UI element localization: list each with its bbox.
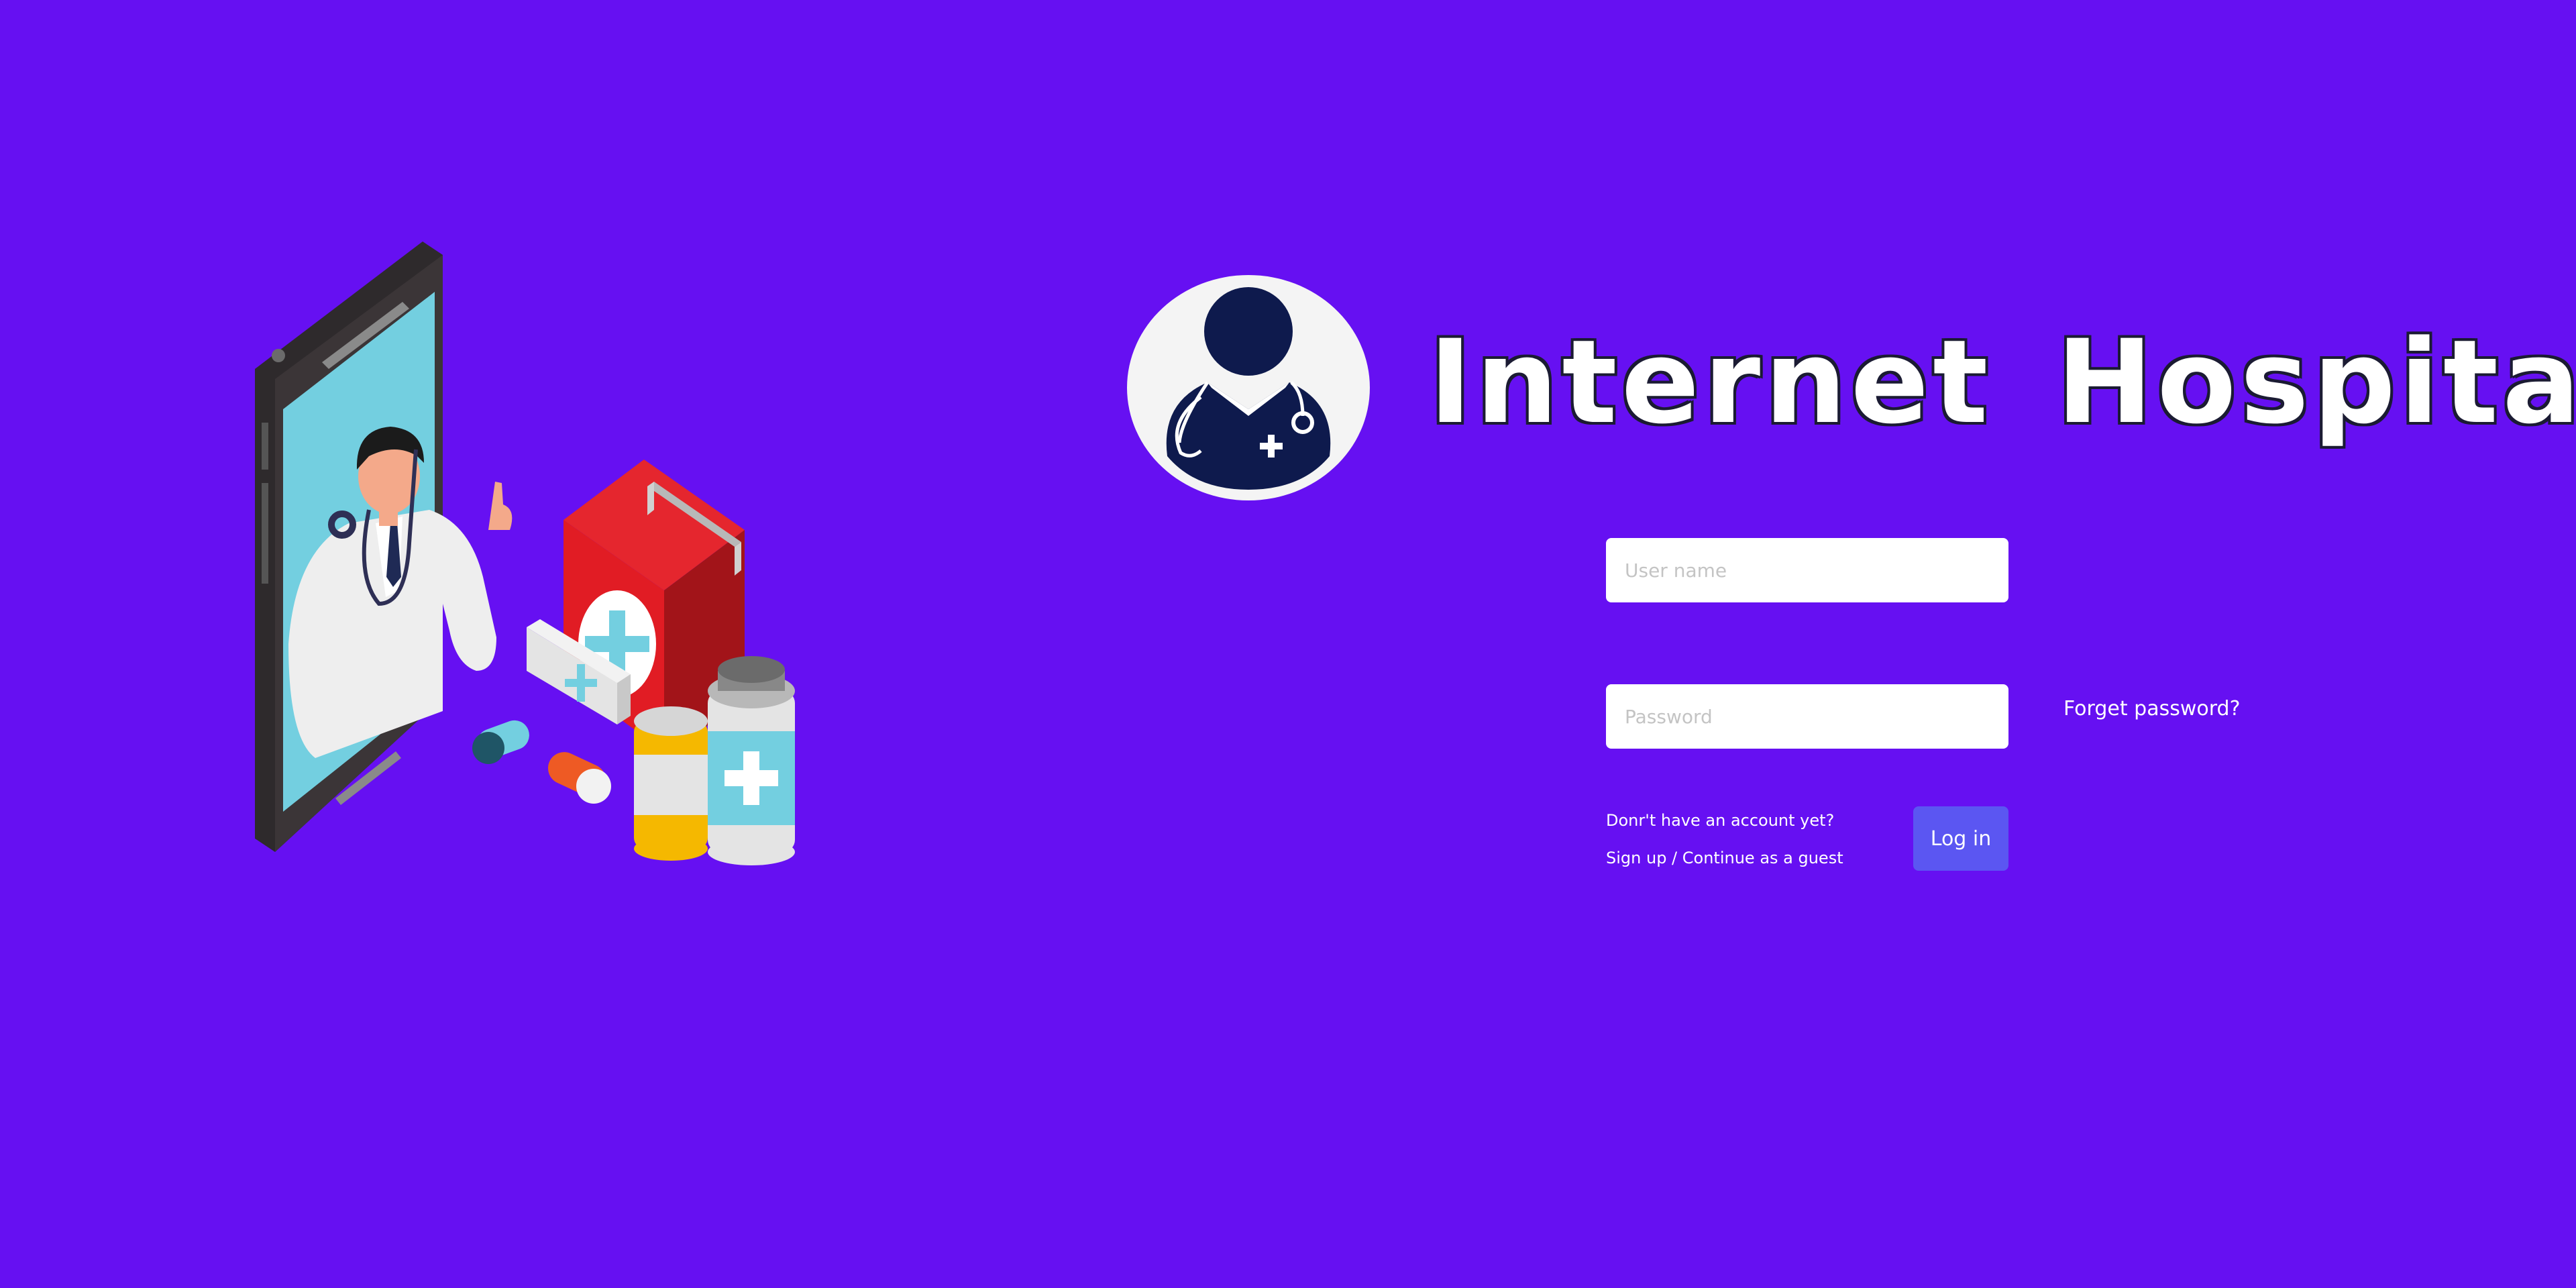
forgot-password-link[interactable]: Forget password?: [2063, 695, 2241, 723]
doctor-avatar-icon: [1127, 275, 1370, 500]
telemedicine-illustration: [241, 228, 859, 872]
username-input[interactable]: [1606, 538, 2008, 602]
pills-graphic: [472, 720, 611, 804]
signup-guest-link[interactable]: Sign up / Continue as a guest: [1606, 847, 1843, 869]
login-button[interactable]: Log in: [1913, 806, 2008, 871]
blue-bottle-graphic: [708, 656, 795, 865]
signup-prompt-text: Donr't have an account yet?: [1606, 811, 1835, 830]
password-input[interactable]: [1606, 684, 2008, 749]
yellow-bottle-graphic: [634, 706, 708, 861]
app-title: Internet Hospital: [1429, 315, 2576, 449]
